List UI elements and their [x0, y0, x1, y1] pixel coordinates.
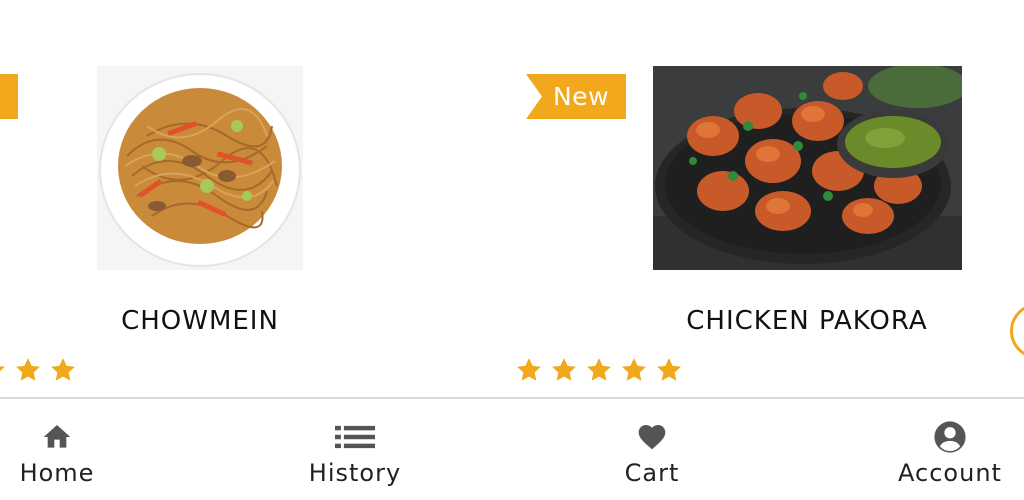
list-icon — [335, 419, 375, 455]
star-icon — [13, 355, 43, 385]
nav-label: Home — [19, 459, 95, 487]
star-icon — [654, 355, 684, 385]
nav-item-history[interactable]: History — [275, 399, 435, 500]
badge-partial — [0, 74, 18, 119]
star-icon — [584, 355, 614, 385]
heart-icon — [632, 419, 672, 455]
nav-label: Cart — [624, 459, 680, 487]
star-icon — [514, 355, 544, 385]
product-carousel[interactable]: CHOWMEIN New CHICKEN PAKORA — [0, 0, 1024, 398]
product-image-chowmein[interactable] — [97, 66, 303, 270]
home-icon — [37, 419, 77, 455]
nav-item-cart[interactable]: Cart — [572, 399, 732, 500]
product-image-chicken-pakora[interactable] — [653, 66, 962, 270]
nav-label: Account — [898, 459, 1002, 487]
account-circle-icon — [930, 419, 970, 455]
star-icon — [619, 355, 649, 385]
rating-stars — [514, 355, 684, 385]
new-badge: New — [526, 74, 626, 119]
nav-item-account[interactable]: Account — [870, 399, 1024, 500]
rating-stars — [0, 355, 78, 385]
product-name: CHOWMEIN — [121, 306, 279, 336]
carousel-next-button[interactable] — [1010, 303, 1024, 359]
product-name: CHICKEN PAKORA — [686, 306, 928, 336]
nav-label: History — [308, 459, 402, 487]
bottom-navigation: Home History Cart Account — [0, 399, 1024, 500]
nav-item-home[interactable]: Home — [0, 399, 137, 500]
star-icon — [549, 355, 579, 385]
star-icon — [0, 355, 8, 385]
star-icon — [48, 355, 78, 385]
